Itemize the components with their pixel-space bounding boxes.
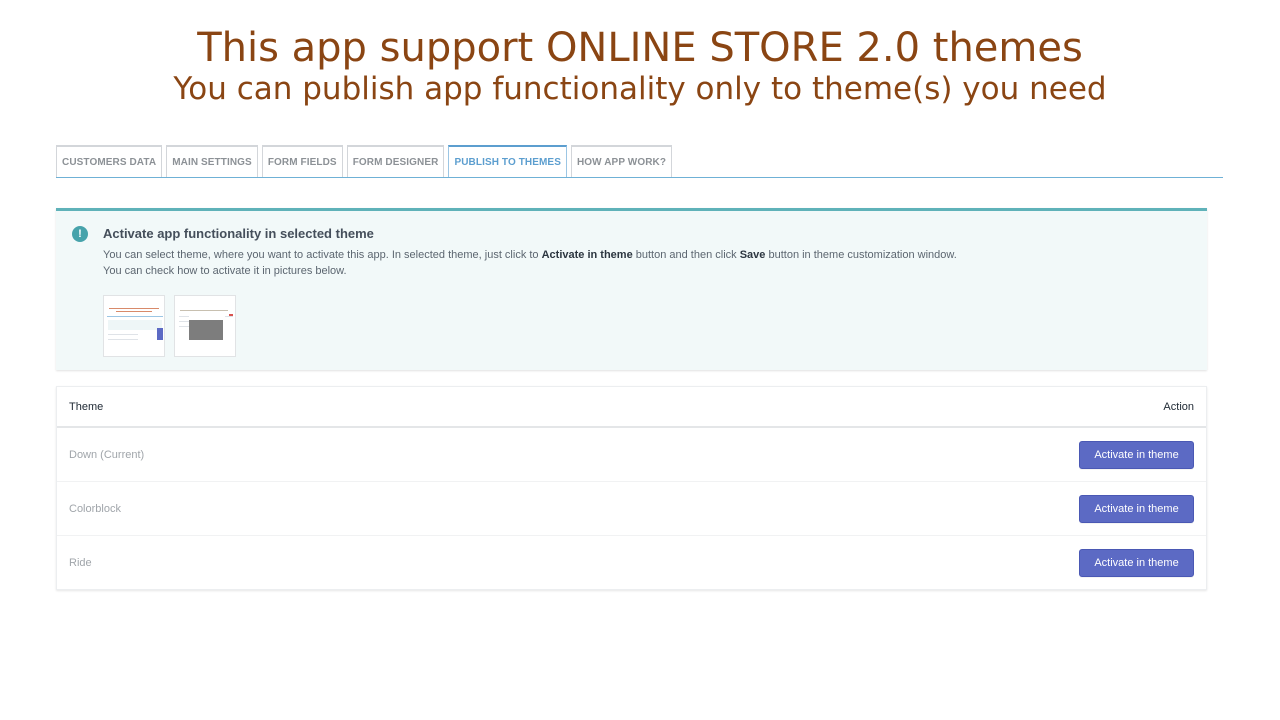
promo-title: This app support ONLINE STORE 2.0 themes bbox=[197, 25, 1083, 71]
theme-name: Ride bbox=[69, 557, 92, 569]
banner-bold-save: Save bbox=[739, 249, 766, 261]
table-row: Down (Current) Activate in theme bbox=[57, 428, 1206, 482]
info-exclamation-icon: ! bbox=[72, 226, 88, 242]
banner-description: You can select theme, where you want to … bbox=[103, 249, 957, 261]
table-header: Theme Action bbox=[57, 387, 1206, 428]
banner-text-part: button in theme customization window. bbox=[765, 249, 957, 261]
table-row: Ride Activate in theme bbox=[57, 536, 1206, 590]
table-row: Colorblock Activate in theme bbox=[57, 482, 1206, 536]
banner-text-part: button and then click bbox=[632, 249, 740, 261]
banner-title: Activate app functionality in selected t… bbox=[103, 226, 374, 241]
tab-publish-to-themes[interactable]: PUBLISH TO THEMES bbox=[448, 145, 567, 177]
info-banner: ! Activate app functionality in selected… bbox=[56, 208, 1207, 370]
theme-name: Colorblock bbox=[69, 502, 121, 515]
banner-hint: You can check how to activate it in pict… bbox=[103, 265, 347, 277]
settings-tabs: CUSTOMERS DATA MAIN SETTINGS FORM FIELDS… bbox=[56, 145, 1223, 178]
tab-how-app-work[interactable]: HOW APP WORK? bbox=[570, 145, 673, 177]
activate-in-theme-button[interactable]: Activate in theme bbox=[1079, 549, 1194, 577]
screenshot-thumbnail-1[interactable] bbox=[103, 295, 165, 357]
activate-in-theme-button[interactable]: Activate in theme bbox=[1079, 440, 1194, 469]
activate-in-theme-button[interactable]: Activate in theme bbox=[1079, 494, 1194, 523]
column-header-theme: Theme bbox=[69, 400, 104, 413]
promo-subtitle: You can publish app functionality only t… bbox=[173, 71, 1107, 107]
tab-form-designer[interactable]: FORM DESIGNER bbox=[346, 145, 445, 177]
themes-table: Theme Action Down (Current) Activate in … bbox=[56, 386, 1207, 590]
tab-main-settings[interactable]: MAIN SETTINGS bbox=[166, 145, 258, 177]
screenshot-thumbnail-2[interactable] bbox=[174, 295, 236, 357]
tab-customers-data[interactable]: CUSTOMERS DATA bbox=[56, 145, 163, 177]
banner-text-part: You can select theme, where you want to … bbox=[103, 249, 542, 261]
column-header-action: Action bbox=[1163, 400, 1194, 413]
theme-name: Down (Current) bbox=[69, 448, 145, 461]
banner-bold-activate: Activate in theme bbox=[541, 249, 633, 261]
tab-form-fields[interactable]: FORM FIELDS bbox=[261, 145, 343, 177]
